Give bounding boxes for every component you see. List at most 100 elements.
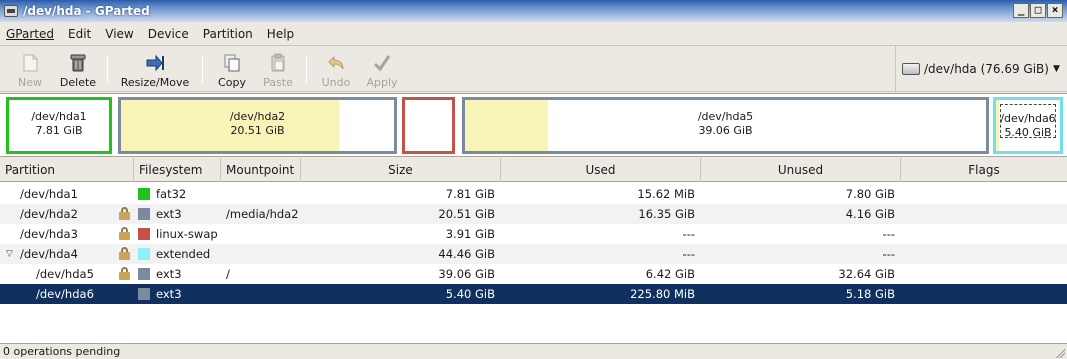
table-row[interactable]: /dev/hda6 ext3 5.40 GiB 225.80 MiB 5.18 GiB [0, 284, 1067, 304]
menu-edit[interactable]: Edit [68, 27, 91, 41]
diskmap-partition-hda1[interactable]: /dev/hda1 7.81 GiB [6, 97, 112, 154]
cell-unused: 32.64 GiB [838, 267, 895, 281]
diskmap-partition-hda5[interactable]: /dev/hda5 39.06 GiB [462, 97, 989, 154]
close-button[interactable]: × [1047, 3, 1063, 18]
status-bar: 0 operations pending [0, 344, 1067, 359]
cell-unused: 4.16 GiB [845, 207, 895, 221]
filesystem-color-swatch [138, 268, 150, 280]
column-header-used[interactable]: Used [501, 158, 701, 182]
resize-move-label: Resize/Move [120, 76, 190, 89]
undo-label: Undo [321, 76, 351, 89]
cell-partition: /dev/hda3 [20, 227, 78, 241]
column-header-unused[interactable]: Unused [701, 158, 901, 182]
diskmap-partition-name: /dev/hda6 [1000, 112, 1056, 125]
column-header-flags[interactable]: Flags [901, 158, 1067, 182]
resize-grip[interactable] [1055, 348, 1065, 358]
column-header-partition[interactable]: Partition [0, 158, 134, 182]
status-text: 0 operations pending [3, 345, 121, 358]
copy-icon [222, 53, 242, 73]
cell-used: 225.80 MiB [630, 287, 695, 301]
cell-partition: /dev/hda2 [20, 207, 78, 221]
cell-unused: 7.80 GiB [845, 187, 895, 201]
filesystem-color-swatch [138, 228, 150, 240]
diskmap-partition-name: /dev/hda1 [31, 110, 87, 123]
new-label: New [18, 76, 42, 89]
table-row[interactable]: /dev/hda2 ext3/media/hda2 20.51 GiB 16.35 G… [0, 204, 1067, 224]
cell-filesystem: linux-swap [156, 227, 218, 241]
diskmap-partition-name: /dev/hda5 [697, 110, 754, 123]
column-header-size[interactable]: Size [301, 158, 501, 182]
cell-filesystem: fat32 [156, 187, 187, 201]
checkmark-icon [372, 53, 392, 73]
resize-move-button[interactable]: Resize/Move [115, 49, 195, 89]
undo-button[interactable]: Undo [316, 49, 356, 89]
diskmap-partition-size: 5.40 GiB [1004, 126, 1052, 139]
cell-size: 3.91 GiB [445, 227, 495, 241]
chevron-down-icon: ▼ [1052, 64, 1060, 74]
maximize-button[interactable]: □ [1030, 3, 1046, 18]
menu-view[interactable]: View [105, 27, 133, 41]
cell-used: 15.62 MiB [637, 187, 695, 201]
lock-icon [119, 227, 130, 240]
cell-partition: /dev/hda6 [36, 287, 94, 301]
diskmap-partition-size: 20.51 GiB [230, 124, 285, 137]
paste-button[interactable]: Paste [258, 49, 298, 89]
resize-arrow-icon [145, 53, 165, 73]
cell-unused: --- [882, 247, 895, 261]
device-selector-value: /dev/hda (76.69 GiB) [924, 62, 1049, 76]
lock-icon [119, 207, 130, 220]
cell-filesystem: ext3 [156, 287, 182, 301]
paste-label: Paste [263, 76, 293, 89]
cell-used: --- [682, 227, 695, 241]
apply-button[interactable]: Apply [362, 49, 402, 89]
cell-partition: /dev/hda5 [36, 267, 94, 281]
filesystem-color-swatch [138, 188, 150, 200]
cell-size: 5.40 GiB [445, 287, 495, 301]
title-bar: /dev/hda - GParted _ □ × [0, 0, 1067, 22]
filesystem-color-swatch [138, 208, 150, 220]
copy-button[interactable]: Copy [212, 49, 252, 89]
column-header-filesystem[interactable]: Filesystem [134, 158, 221, 182]
toolbar-separator [107, 56, 108, 84]
cell-used: 6.42 GiB [645, 267, 695, 281]
window-controls: _ □ × [1013, 3, 1063, 18]
cell-used: 16.35 GiB [638, 207, 695, 221]
device-selector[interactable]: /dev/hda (76.69 GiB) ▼ [895, 46, 1067, 92]
cell-unused: --- [882, 227, 895, 241]
table-row[interactable]: /dev/hda3 linux-swap 3.91 GiB --- --- [0, 224, 1067, 244]
diskmap-partition-hda6[interactable]: /dev/hda6 5.40 GiB [993, 97, 1063, 154]
cell-filesystem: ext3 [156, 207, 182, 221]
table-row[interactable]: /dev/hda5 ext3 / 39.06 GiB 6.42 GiB 32.64 GiB [0, 264, 1067, 284]
cell-size: 44.46 GiB [438, 247, 495, 261]
cell-filesystem: ext3 [156, 267, 182, 281]
new-document-icon [20, 53, 40, 73]
delete-button[interactable]: Delete [55, 49, 101, 89]
lock-icon [119, 247, 130, 260]
expander-icon[interactable]: ▽ [6, 244, 13, 264]
cell-partition: /dev/hda4 [20, 247, 78, 261]
table-row[interactable]: ▽ /dev/hda4 extended 44.46 GiB --- --- [0, 244, 1067, 264]
new-button[interactable]: New [12, 49, 48, 89]
disk-map: /dev/hda1 7.81 GiB /dev/hda2 20.51 GiB /de… [0, 93, 1067, 157]
cell-size: 20.51 GiB [438, 207, 495, 221]
lock-icon [119, 267, 130, 280]
partition-table: Partition Filesystem Mountpoint Size Use… [0, 158, 1067, 344]
minimize-button[interactable]: _ [1013, 3, 1029, 18]
menu-gparted[interactable]: GParted [6, 27, 54, 41]
menu-partition[interactable]: Partition [203, 27, 253, 41]
diskmap-partition-size: 39.06 GiB [698, 124, 753, 137]
diskmap-partition-hda3[interactable] [402, 97, 455, 154]
window-title: /dev/hda - GParted [23, 4, 150, 18]
column-header-mountpoint[interactable]: Mountpoint [221, 158, 301, 182]
toolbar-separator [202, 56, 203, 84]
harddisk-icon [902, 63, 920, 75]
gparted-app-icon [4, 5, 18, 17]
menu-bar: GParted Edit View Device Partition Help [0, 22, 1067, 45]
table-row[interactable]: /dev/hda1 fat32 7.81 GiB 15.62 MiB 7.80 GiB [0, 184, 1067, 204]
diskmap-partition-hda2[interactable]: /dev/hda2 20.51 GiB [118, 97, 397, 154]
menu-help[interactable]: Help [267, 27, 294, 41]
cell-mountpoint: / [226, 267, 230, 281]
delete-label: Delete [59, 76, 97, 89]
menu-device[interactable]: Device [148, 27, 189, 41]
diskmap-partition-size: 7.81 GiB [35, 124, 83, 137]
